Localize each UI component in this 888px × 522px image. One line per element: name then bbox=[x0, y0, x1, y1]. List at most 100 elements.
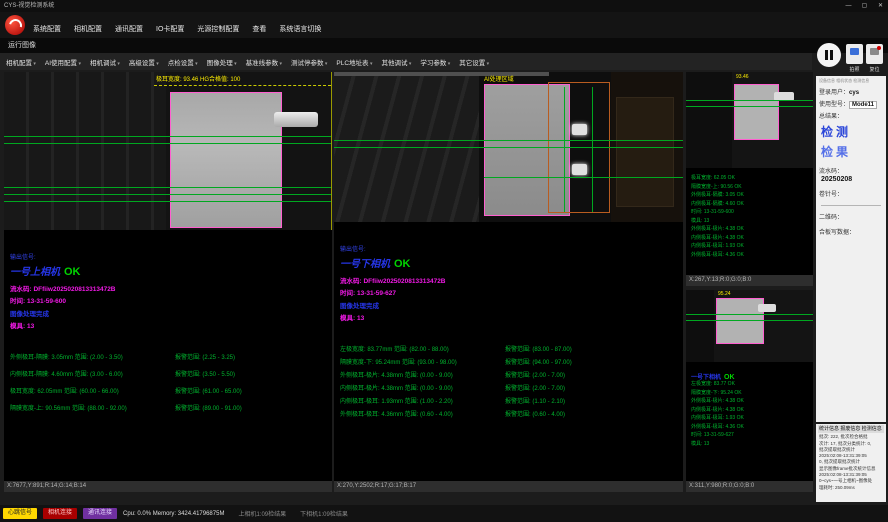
pause-icon bbox=[825, 50, 833, 60]
camera-image-lower[interactable]: AI处理区域 bbox=[334, 72, 683, 222]
preview-result-lines: 左极宽度: 83.77 OK 隔膜宽度-下: 95.24 OK 外侧极耳-极片:… bbox=[686, 374, 813, 448]
measurement-row: 内侧极耳-极片: 4.38mm 范围: (0.00 - 9.00)报警范围: (… bbox=[340, 383, 683, 396]
spool-input[interactable] bbox=[821, 198, 881, 206]
preview-line: 内侧极耳-极片: 4.38 OK bbox=[691, 406, 813, 415]
timestamp: 时间: 13-31-59-627 bbox=[340, 287, 683, 297]
measurement-list: 外侧极耳-隔膜: 3.05mm 范围: (2.00 - 3.50)报警范围: (… bbox=[10, 352, 332, 420]
toolbar-misc-settings[interactable]: 其它设置 bbox=[459, 57, 489, 67]
camera-view-upper: 极耳宽度: 93.46 HG合格值: 100 输出信号: 一号上相机OK 流水码… bbox=[4, 72, 332, 492]
preview-line: 模具: 13 bbox=[691, 217, 813, 226]
overlay-measure-line bbox=[334, 147, 683, 148]
measurement-row: 左极宽度: 83.77mm 范围: (82.00 - 88.00)报警范围: (… bbox=[340, 344, 683, 357]
measure-value: 极耳宽度: 62.05mm 范围: (60.00 - 66.00) bbox=[10, 386, 175, 403]
measure-value: 隔膜宽度-上: 90.56mm 范围: (88.00 - 92.00) bbox=[10, 403, 175, 420]
output-signal-label: 输出信号: bbox=[10, 252, 332, 261]
camera-image-upper[interactable]: 极耳宽度: 93.46 HG合格值: 100 bbox=[4, 72, 332, 230]
total-result-label: 总结果： bbox=[819, 114, 843, 120]
preview-line: 时间: 13-31-59-600 bbox=[691, 208, 813, 217]
preview-line: 隔膜宽度-上: 90.56 OK bbox=[691, 183, 813, 192]
minimize-button[interactable]: — bbox=[844, 0, 853, 12]
toolbar-spot-check[interactable]: 点检设置 bbox=[168, 57, 198, 67]
menu-item-io-config[interactable]: IO卡配置 bbox=[156, 24, 184, 34]
toolbar-camera-debug[interactable]: 相机调试 bbox=[90, 57, 120, 67]
alarm-range: 报警范围: (2.00 - 7.00) bbox=[505, 383, 565, 396]
part-electrode bbox=[734, 84, 779, 140]
reset-button[interactable] bbox=[866, 44, 883, 64]
alarm-range: 报警范围: (89.00 - 91.00) bbox=[175, 403, 242, 420]
measure-value: 内侧极耳-极耳: 1.93mm 范围: (1.00 - 2.20) bbox=[340, 396, 505, 409]
toolbar-image-process[interactable]: 图像处理 bbox=[207, 57, 237, 67]
comm-connection-indicator: 通讯连接 bbox=[83, 508, 117, 519]
menu-item-language[interactable]: 系统语言切换 bbox=[279, 24, 321, 34]
batch-value: 20250208 bbox=[821, 176, 883, 183]
preview-line: 模具: 13 bbox=[691, 440, 813, 449]
alarm-range: 报警范围: (1.10 - 2.10) bbox=[505, 396, 565, 409]
preview-line: 时间: 13-31-59-627 bbox=[691, 431, 813, 440]
mold-number: 模具: 13 bbox=[340, 312, 683, 322]
alarm-icon bbox=[870, 48, 879, 55]
measure-value: 外侧极耳-隔膜: 3.05mm 范围: (2.00 - 3.50) bbox=[10, 352, 175, 369]
menu-item-light-config[interactable]: 光源控制配置 bbox=[197, 24, 239, 34]
toolbar-ai-config[interactable]: AI使用配置 bbox=[45, 57, 81, 67]
machine-background bbox=[686, 290, 714, 362]
tab-run-image[interactable]: 运行图像 bbox=[8, 42, 36, 49]
output-signal-label: 输出信号: bbox=[340, 244, 683, 253]
board-write-label: 合板写数据： bbox=[819, 230, 855, 236]
stats-line: 理耗时: 250.09ms bbox=[819, 485, 883, 491]
pause-button[interactable] bbox=[817, 43, 841, 67]
toolbar-plc-address[interactable]: PLC地址表 bbox=[336, 57, 372, 67]
close-button[interactable]: ✕ bbox=[876, 0, 885, 12]
preview-image-upper[interactable]: 93.46 bbox=[686, 72, 813, 168]
reflection-spot bbox=[572, 124, 587, 135]
result-text-lower: 输出信号: 一号下相机OK 流水码: DFfiiw202502081331347… bbox=[334, 222, 683, 481]
menu-items: 系统配置 相机配置 通讯配置 IO卡配置 光源控制配置 查看 系统语言切换 bbox=[33, 24, 321, 34]
measurement-row: 隔膜宽度-上: 90.56mm 范围: (88.00 - 92.00)报警范围:… bbox=[10, 403, 332, 420]
snapshot-button[interactable] bbox=[846, 44, 863, 64]
reset-label: 复位 bbox=[866, 66, 883, 73]
status-bar: 心跳信号 相机连接 通讯连接 Cpu: 0.0% Memory: 3424.41… bbox=[0, 505, 888, 522]
process-done-label: 图像处理完成 bbox=[10, 308, 332, 318]
preview-line: 外侧极耳-极片: 4.38 OK bbox=[691, 397, 813, 406]
toolbar-test-params[interactable]: 测试停参数 bbox=[291, 57, 327, 67]
preview-line: 外侧极耳-极耳: 4.36 OK bbox=[691, 251, 813, 260]
menu-item-comm-config[interactable]: 通讯配置 bbox=[115, 24, 143, 34]
preview-line: 内侧极耳-极片: 4.38 OK bbox=[691, 234, 813, 243]
overlay-measure-text: 93.46 bbox=[736, 74, 749, 80]
result-title: 一号下相机OK bbox=[340, 254, 683, 272]
app-logo-icon bbox=[5, 15, 25, 35]
menu-item-camera-config[interactable]: 相机配置 bbox=[74, 24, 102, 34]
pixel-coordinate-readout: X:7677,Y:891;R:14;G:14;B:14 bbox=[4, 481, 332, 492]
statistics-tabs[interactable]: 统计信息 报废信息 检测信息 bbox=[818, 425, 884, 433]
pixel-coordinate-readout: X:267,Y:13;R:0;G:0;B:0 bbox=[686, 275, 813, 286]
menu-item-view[interactable]: 查看 bbox=[252, 24, 266, 34]
reflection-spot bbox=[572, 164, 587, 175]
login-user-row: 登录用户：cys bbox=[819, 87, 883, 96]
toolbar-learning-params[interactable]: 学习参数 bbox=[420, 57, 450, 67]
model-value[interactable]: Mode11 bbox=[849, 101, 877, 109]
overlay-measure-line-vertical bbox=[592, 87, 593, 212]
overlay-measure-line-vertical bbox=[564, 87, 565, 212]
camera-icon bbox=[850, 48, 859, 55]
toolbar-other-debug[interactable]: 其他调试 bbox=[381, 57, 411, 67]
qr-row: 二维码： bbox=[819, 212, 883, 221]
preview-line: 隔膜宽度-下: 95.24 OK bbox=[691, 389, 813, 398]
toolbar-camera-config[interactable]: 相机配置 bbox=[6, 57, 36, 67]
heartbeat-indicator: 心跳信号 bbox=[3, 508, 37, 519]
toolbar-baseline-params[interactable]: 基准线参数 bbox=[246, 57, 282, 67]
alarm-range: 报警范围: (3.50 - 5.50) bbox=[175, 369, 235, 386]
measure-value: 左极宽度: 83.77mm 范围: (82.00 - 88.00) bbox=[340, 344, 505, 357]
measurement-row: 外侧极耳-极片: 4.38mm 范围: (0.00 - 9.00)报警范围: (… bbox=[340, 370, 683, 383]
camera-connection-indicator: 相机连接 bbox=[43, 508, 77, 519]
toolbar-advanced-settings[interactable]: 高级设置 bbox=[129, 57, 159, 67]
preview-image-lower[interactable]: 95.24 bbox=[686, 290, 813, 362]
menu-item-system-config[interactable]: 系统配置 bbox=[33, 24, 61, 34]
preview-line: 外侧极耳-极耳: 4.36 OK bbox=[691, 423, 813, 432]
maximize-button[interactable]: ▢ bbox=[860, 0, 869, 12]
measurement-row: 内侧极耳-极耳: 1.93mm 范围: (1.00 - 2.20)报警范围: (… bbox=[340, 396, 683, 409]
overlay-measure-line bbox=[4, 187, 331, 188]
measurement-row: 外侧极耳-隔膜: 3.05mm 范围: (2.00 - 3.50)报警范围: (… bbox=[10, 352, 332, 369]
overlay-ai-label: AI处理区域 bbox=[484, 74, 514, 83]
preview-line: 内侧极耳-极耳: 1.93 OK bbox=[691, 242, 813, 251]
overlay-dashed-line bbox=[154, 85, 331, 86]
alarm-range: 报警范围: (2.25 - 3.25) bbox=[175, 352, 235, 369]
